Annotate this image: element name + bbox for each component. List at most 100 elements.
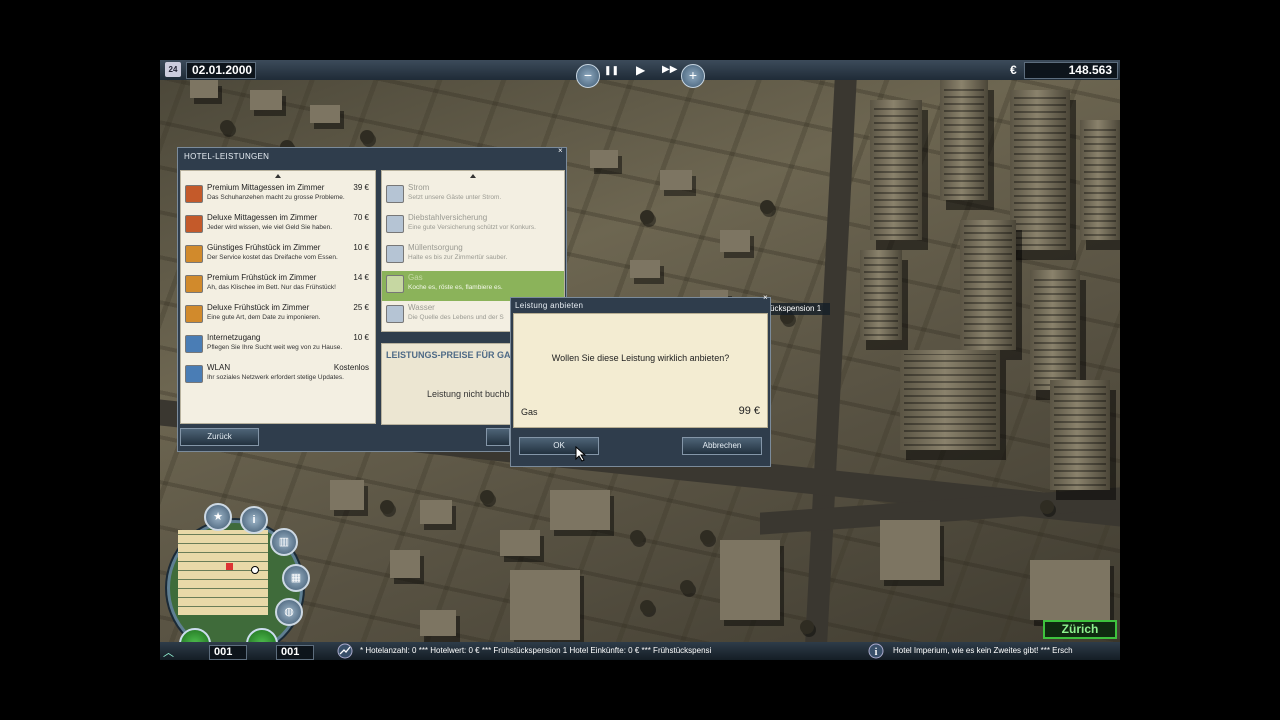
service-desc: Koche es, röste es, flambiere es. — [408, 284, 503, 291]
scroll-up-icon[interactable] — [470, 174, 476, 178]
calendar-icon: 24 — [165, 62, 181, 77]
building — [550, 490, 610, 530]
service-desc: Jeder wird wissen, wie viel Geld Sie hab… — [207, 224, 333, 231]
skyscraper — [1050, 380, 1110, 490]
building — [420, 500, 452, 524]
close-icon[interactable]: × — [558, 146, 563, 155]
zoom-in-button[interactable]: + — [681, 64, 705, 88]
service-name: Günstiges Frühstück im Zimmer — [207, 243, 321, 252]
service-row[interactable]: Deluxe Mittagessen im Zimmer Jeder wird w… — [181, 211, 375, 241]
counter-left: 001 — [209, 645, 247, 660]
dialog-body: Wollen Sie diese Leistung wirklich anbie… — [513, 313, 768, 428]
ok-button[interactable]: OK — [519, 437, 599, 455]
service-row[interactable]: Günstiges Frühstück im Zimmer Der Service… — [181, 241, 375, 271]
skyscraper — [860, 250, 902, 340]
service-desc: Eine gute Versicherung schützt vor Konku… — [408, 224, 536, 231]
tree — [220, 120, 234, 134]
service-desc: Ah, das Klischee im Bett. Nur das Frühst… — [207, 284, 336, 291]
service-name: Müllentsorgung — [408, 243, 463, 252]
service-name: Wasser — [408, 303, 435, 312]
back-button[interactable]: Zurück — [180, 428, 259, 446]
info-icon[interactable]: i — [240, 506, 268, 534]
service-desc: Pflegen Sie Ihre Sucht weit weg von zu H… — [207, 344, 343, 351]
service-desc: Halte es bis zur Zimmertür sauber. — [408, 254, 508, 261]
prices-status: Leistung nicht buchb — [427, 389, 510, 399]
minimap-marker — [226, 563, 233, 570]
star-icon[interactable]: ★ — [204, 503, 232, 531]
tree — [700, 530, 714, 544]
service-desc: Eine gute Art, dem Date zu imponieren. — [207, 314, 321, 321]
service-price: 14 € — [353, 273, 369, 282]
service-row[interactable]: Diebstahlversicherung Eine gute Versicher… — [382, 211, 564, 241]
building — [590, 150, 618, 168]
gas-icon — [386, 275, 404, 293]
zoom-out-button[interactable]: − — [576, 64, 600, 88]
tree — [1040, 500, 1054, 514]
meal-icon — [185, 185, 203, 203]
service-price: 25 € — [353, 303, 369, 312]
service-name: Premium Frühstück im Zimmer — [207, 273, 317, 282]
insurance-icon — [386, 215, 404, 233]
service-row[interactable]: Deluxe Frühstück im Zimmer Eine gute Art,… — [181, 301, 375, 331]
building — [250, 90, 282, 110]
money-display: 148.563 — [1024, 62, 1118, 79]
info-icon[interactable]: i — [868, 643, 884, 659]
building — [310, 105, 340, 123]
service-row[interactable]: Premium Mittagessen im Zimmer Das Schuhan… — [181, 181, 375, 211]
service-row[interactable]: Müllentsorgung Halte es bis zur Zimmertür… — [382, 241, 564, 271]
city-name[interactable]: Zürich — [1043, 620, 1117, 639]
skyscraper — [1010, 90, 1070, 250]
statistics-icon[interactable] — [336, 643, 354, 659]
service-desc: Ihr soziales Netzwerk erfordert stetige … — [207, 374, 344, 381]
fast-forward-button[interactable]: ▶▶ — [662, 64, 677, 75]
building — [390, 550, 420, 578]
service-row[interactable]: WLAN Ihr soziales Netzwerk erfordert stet… — [181, 361, 375, 391]
hotel-icon[interactable]: ▦ — [282, 564, 310, 592]
chevron-up-icon[interactable]: ︿ — [163, 644, 174, 660]
tree — [680, 580, 694, 594]
hidden-button[interactable] — [486, 428, 510, 446]
service-name: Gas — [408, 273, 423, 282]
service-list-left[interactable]: Premium Mittagessen im Zimmer Das Schuhan… — [180, 170, 376, 424]
tree — [360, 130, 374, 144]
building — [1030, 560, 1110, 620]
service-name: Internetzugang — [207, 333, 261, 342]
service-row[interactable]: Premium Frühstück im Zimmer Ah, das Klisc… — [181, 271, 375, 301]
breakfast-icon — [185, 275, 203, 293]
service-row[interactable]: Internetzugang Pflegen Sie Ihre Sucht wei… — [181, 331, 375, 361]
service-name: Diebstahlversicherung — [408, 213, 488, 222]
pause-button[interactable]: ❚❚ — [604, 65, 619, 76]
close-icon[interactable]: × — [763, 293, 768, 302]
counter-right: 001 — [276, 645, 314, 660]
tree — [380, 500, 394, 514]
scroll-up-icon[interactable] — [275, 174, 281, 178]
prices-title: LEISTUNGS-PREISE FÜR GA — [386, 350, 511, 360]
bank-icon[interactable]: ▥ — [270, 528, 298, 556]
service-row[interactable]: Strom Setzt unsere Gäste unter Strom. — [382, 181, 564, 211]
hotel-label[interactable]: ückspension 1 — [766, 303, 830, 315]
dialog-title: Leistung anbieten — [515, 301, 584, 310]
breakfast-icon — [185, 305, 203, 323]
waste-icon — [386, 245, 404, 263]
dialog-question: Wollen Sie diese Leistung wirklich anbie… — [551, 353, 730, 363]
minimap-cursor — [251, 566, 259, 574]
building — [660, 170, 692, 190]
service-name: Deluxe Mittagessen im Zimmer — [207, 213, 318, 222]
game-date: 02.01.2000 — [186, 62, 256, 79]
service-name: WLAN — [207, 363, 231, 372]
tree — [640, 210, 654, 224]
meal-icon — [185, 215, 203, 233]
globe-icon[interactable]: ◍ — [275, 598, 303, 626]
panel-title: HOTEL-LEISTUNGEN — [184, 152, 270, 161]
skyscraper — [940, 80, 988, 200]
svg-text:i: i — [875, 647, 878, 658]
power-icon — [386, 185, 404, 203]
play-button[interactable]: ▶ — [636, 63, 645, 77]
service-desc: Der Service kostet das Dreifache vom Ess… — [207, 254, 338, 261]
cancel-button[interactable]: Abbrechen — [682, 437, 762, 455]
building — [630, 260, 660, 278]
wlan-icon — [185, 365, 203, 383]
message-ticker: Hotel Imperium, wie es kein Zweites gibt… — [893, 646, 1073, 655]
service-name: Premium Mittagessen im Zimmer — [207, 183, 325, 192]
service-price: Kostenlos — [333, 363, 369, 372]
